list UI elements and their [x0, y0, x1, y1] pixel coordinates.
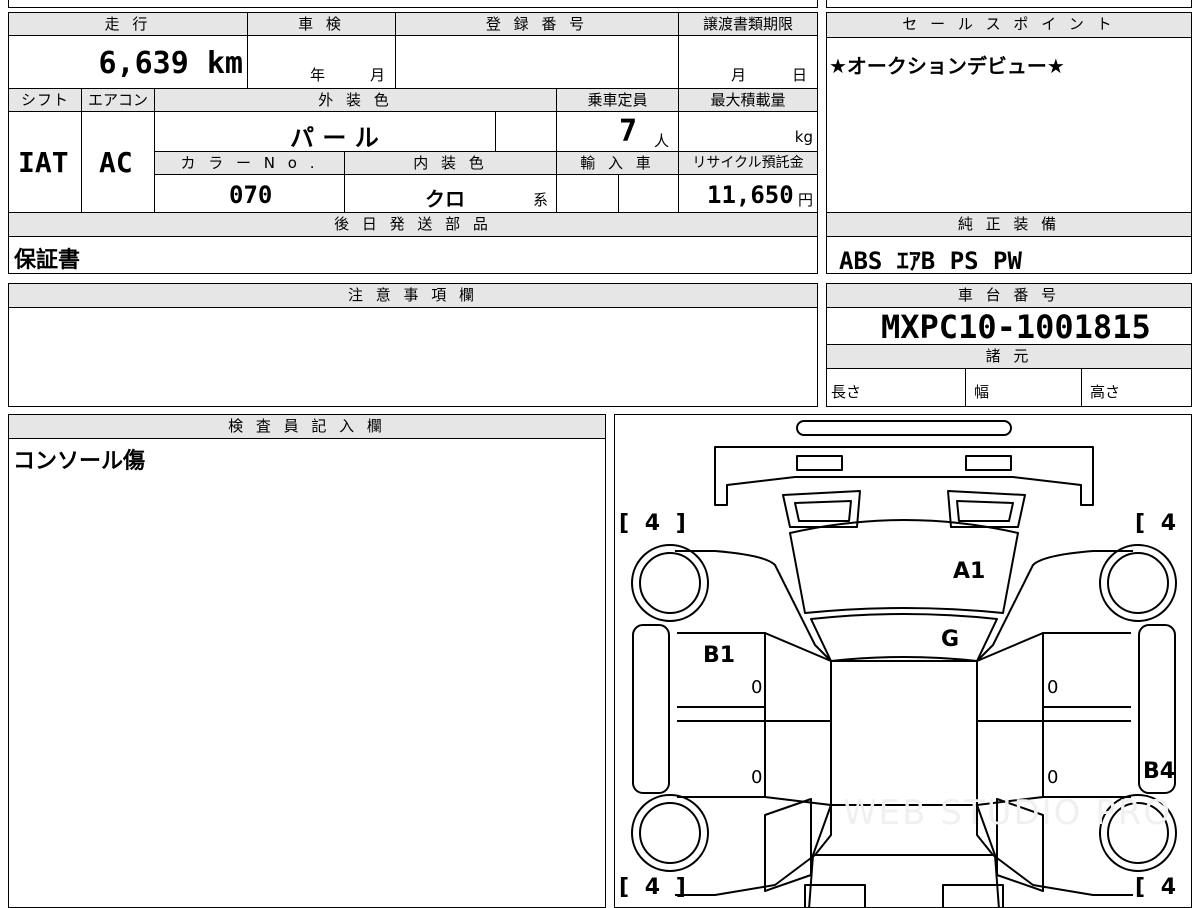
specs-width-cell: 幅 — [965, 368, 1082, 407]
tread-bottom-left: [ 4 ] — [619, 875, 686, 900]
mark-hood: A1 — [953, 559, 985, 584]
inspection-year-label: 年 — [310, 64, 325, 85]
exterior-color-header: 外 装 色 — [154, 88, 557, 112]
color-no-value: 070 — [229, 181, 272, 209]
inspection-cell: 年 月 — [247, 35, 396, 89]
inspection-month-label: 月 — [370, 64, 385, 85]
interior-color-cell: クロ 系 — [344, 174, 557, 213]
specs-length-label: 長さ — [831, 381, 861, 402]
bracket-open: [ — [1135, 511, 1145, 536]
color-no-header: カ ラ ー N o . — [154, 151, 345, 175]
tread-bottom-right-value: 4 — [1161, 875, 1176, 900]
chassis-number-value: MXPC10-1001815 — [881, 308, 1151, 346]
aircon-value: AC — [99, 146, 133, 179]
bracket-open: [ — [619, 875, 629, 900]
aircon-header: エアコン — [81, 88, 155, 112]
shift-cell: IAT — [8, 111, 82, 213]
import-car-cell-a — [556, 174, 619, 213]
tread-bottom-left-value: 4 — [645, 875, 660, 900]
specs-width-label: 幅 — [974, 381, 989, 402]
import-car-cell-b — [618, 174, 679, 213]
exterior-color-value: パ ー ル — [290, 118, 379, 153]
top-strip — [8, 0, 818, 8]
notes-header: 注 意 事 項 欄 — [8, 283, 818, 308]
later-parts-cell: 保証書 — [8, 236, 818, 274]
genuine-equipment-value: ABS ｴｱB PS PW — [839, 241, 1022, 276]
later-parts-value: 保証書 — [14, 242, 80, 274]
genuine-equipment-header: 純 正 装 備 — [826, 212, 1192, 237]
watermark: WEB STUDIO PRO — [843, 793, 1172, 833]
import-car-header: 輸 入 車 — [556, 151, 679, 175]
notes-cell — [8, 307, 818, 407]
chassis-number-cell: MXPC10-1001815 — [826, 307, 1192, 345]
interior-color-suffix: 系 — [533, 189, 548, 210]
recycle-fee-unit: 円 — [798, 189, 813, 210]
later-parts-header: 後 日 発 送 部 品 — [8, 212, 818, 237]
specs-header: 諸 元 — [826, 344, 1192, 369]
transfer-deadline-cell: 月 日 — [678, 35, 818, 89]
specs-length-cell: 長さ — [826, 368, 966, 407]
tread-top-right: [ 4 ] — [1135, 511, 1192, 536]
tread-top-right-value: 4 — [1161, 511, 1176, 536]
max-load-header: 最大積載量 — [678, 88, 818, 112]
interior-color-value: クロ — [425, 183, 465, 212]
color-no-cell: 070 — [154, 174, 345, 213]
mark-right-rear-fender: B4 — [1143, 759, 1175, 784]
specs-height-cell: 高さ — [1081, 368, 1192, 407]
max-load-cell: kg — [678, 111, 818, 152]
max-load-unit: kg — [795, 128, 813, 146]
mileage-header: 走 行 — [8, 12, 248, 36]
car-diagram: [ 4 ] [ 4 ] [ 4 ] [ 4 ] A1 G B1 B4 0 0 0… — [614, 414, 1192, 908]
tread-top-left-value: 4 — [645, 511, 660, 536]
sales-point-cell: ★オークションデビュー★ — [826, 37, 1192, 213]
mileage-value: 6,639 km — [99, 46, 244, 81]
inspector-cell: コンソール傷 — [8, 438, 606, 908]
inspection-header: 車 検 — [247, 12, 396, 36]
chassis-number-header: 車 台 番 号 — [826, 283, 1192, 308]
capacity-header: 乗車定員 — [556, 88, 679, 112]
tread-top-left: [ 4 ] — [619, 511, 686, 536]
specs-height-label: 高さ — [1090, 381, 1120, 402]
bracket-close: ] — [676, 875, 686, 900]
exterior-color-extra-cell — [495, 111, 557, 152]
capacity-value: 7 — [619, 114, 637, 149]
transfer-day-label: 日 — [792, 64, 807, 85]
mark-windshield: G — [941, 627, 959, 652]
registration-cell — [395, 35, 679, 89]
recycle-fee-cell: 11,650 円 — [678, 174, 818, 213]
registration-header: 登 録 番 号 — [395, 12, 679, 36]
inspector-header: 検 査 員 記 入 欄 — [8, 414, 606, 439]
shift-header: シフト — [8, 88, 82, 112]
mark-left-front-door: B1 — [703, 643, 735, 668]
transfer-deadline-header: 譲渡書類期限 — [678, 12, 818, 36]
capacity-cell: 7 人 — [556, 111, 679, 152]
tread-bottom-right: [ 4 ] — [1135, 875, 1192, 900]
transfer-month-label: 月 — [731, 64, 746, 85]
inspector-value: コンソール傷 — [13, 443, 145, 475]
genuine-equipment-cell: ABS ｴｱB PS PW — [826, 236, 1192, 274]
door-value-lf: 0 — [751, 677, 762, 698]
mileage-cell: 6,639 km — [8, 35, 248, 89]
door-value-lr: 0 — [751, 767, 762, 788]
shift-value: IAT — [18, 146, 69, 179]
bracket-close: ] — [676, 511, 686, 536]
door-value-rr: 0 — [1047, 767, 1058, 788]
interior-color-header: 内 装 色 — [344, 151, 557, 175]
sales-point-header: セ ー ル ス ポ イ ン ト — [826, 12, 1192, 38]
exterior-color-cell: パ ー ル — [154, 111, 496, 152]
car-outline — [615, 415, 1192, 908]
bracket-open: [ — [619, 511, 629, 536]
capacity-unit: 人 — [654, 130, 669, 151]
recycle-fee-value: 11,650 — [707, 181, 794, 209]
bracket-open: [ — [1135, 875, 1145, 900]
top-strip-right — [826, 0, 1192, 8]
aircon-cell: AC — [81, 111, 155, 213]
recycle-fee-header: リサイクル預託金 — [678, 151, 818, 175]
sales-point-text: ★オークションデビュー★ — [829, 50, 1065, 79]
door-value-rf: 0 — [1047, 677, 1058, 698]
